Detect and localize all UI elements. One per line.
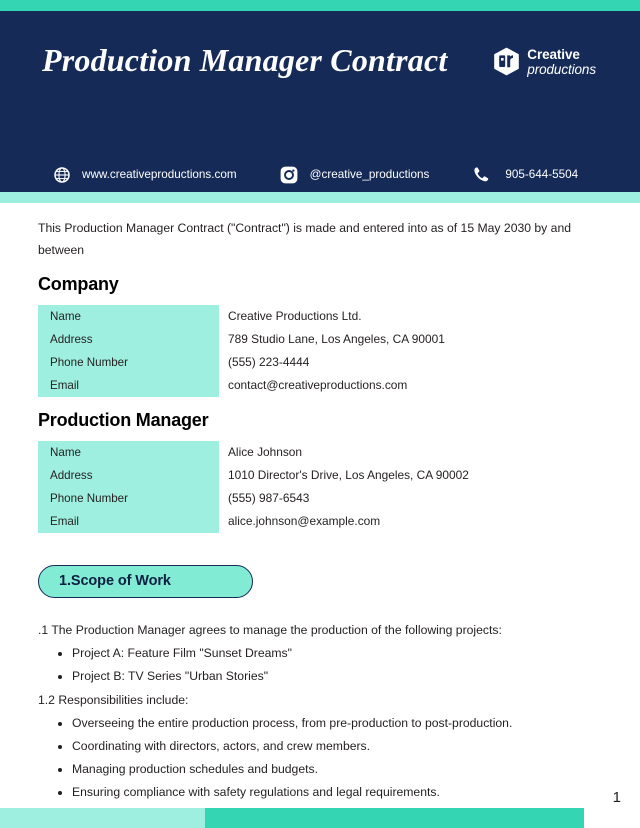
- company-info-table: Name Creative Productions Ltd. Address 7…: [38, 305, 602, 397]
- page-number: 1: [612, 789, 621, 806]
- row-value: Creative Productions Ltd.: [228, 309, 362, 323]
- list-item: Coordinating with directors, actors, and…: [38, 736, 602, 757]
- row-label: Phone Number: [38, 487, 219, 510]
- table-row: Address 789 Studio Lane, Los Angeles, CA…: [38, 328, 602, 351]
- list-item: Overseeing the entire production process…: [38, 713, 602, 734]
- table-row: Phone Number (555) 987-6543: [38, 487, 602, 510]
- section-1-heading-pill: 1.Scope of Work: [38, 565, 253, 598]
- intro-paragraph: This Production Manager Contract ("Contr…: [38, 221, 572, 257]
- company-heading: Company: [38, 274, 119, 294]
- row-value: 789 Studio Lane, Los Angeles, CA 90001: [228, 332, 445, 346]
- document-header: Production Manager Contract Creative pro…: [0, 11, 640, 192]
- logo-wordmark: Creative productions: [527, 47, 596, 76]
- page-title: Production Manager Contract: [42, 42, 448, 78]
- contact-website-text: www.creativeproductions.com: [82, 168, 237, 181]
- list-item: Project B: TV Series "Urban Stories": [38, 666, 602, 687]
- row-value: 1010 Director's Drive, Los Angeles, CA 9…: [228, 468, 469, 482]
- globe-icon: [52, 165, 71, 184]
- contact-instagram-text: @creative_productions: [309, 168, 430, 181]
- document-body: This Production Manager Contract ("Contr…: [0, 203, 640, 806]
- row-label: Phone Number: [38, 351, 219, 374]
- list-item: Ensuring compliance with safety regulati…: [38, 782, 602, 803]
- logo-line-2: productions: [527, 61, 596, 77]
- manager-heading: Production Manager: [38, 410, 209, 430]
- row-value: (555) 987-6543: [228, 491, 310, 505]
- list-item: Managing production schedules and budget…: [38, 759, 602, 780]
- top-accent-bar: [0, 0, 640, 11]
- manager-info-table: Name Alice Johnson Address 1010 Director…: [38, 441, 602, 533]
- table-row: Phone Number (555) 223-4444: [38, 351, 602, 374]
- contract-page: Production Manager Contract Creative pro…: [0, 0, 640, 828]
- row-label: Name: [38, 305, 219, 328]
- table-row: Email alice.johnson@example.com: [38, 510, 602, 533]
- responsibilities-list: Overseeing the entire production process…: [38, 713, 602, 803]
- table-row: Address 1010 Director's Drive, Los Angel…: [38, 464, 602, 487]
- logo-line-1: Creative: [527, 47, 580, 62]
- header-underline-bar: [0, 192, 640, 203]
- phone-icon: [472, 165, 491, 184]
- contact-instagram[interactable]: @creative_productions: [280, 165, 430, 184]
- footer-bar-light: [0, 808, 205, 828]
- row-label: Address: [38, 328, 219, 351]
- clause-1-1: .1 The Production Manager agrees to mana…: [38, 623, 502, 637]
- row-value: contact@creativeproductions.com: [228, 378, 408, 392]
- row-label: Email: [38, 374, 219, 397]
- projects-list: Project A: Feature Film "Sunset Dreams" …: [38, 643, 602, 687]
- table-row: Name Creative Productions Ltd.: [38, 305, 602, 328]
- row-value: (555) 223-4444: [228, 355, 310, 369]
- instagram-icon: [280, 165, 299, 184]
- table-row: Name Alice Johnson: [38, 441, 602, 464]
- contact-row: www.creativeproductions.com @creative_pr…: [52, 165, 578, 184]
- section-1-content: .1 The Production Manager agrees to mana…: [38, 620, 602, 803]
- row-value: Alice Johnson: [228, 445, 303, 459]
- row-label: Email: [38, 510, 219, 533]
- row-value: alice.johnson@example.com: [228, 514, 381, 528]
- brand-logo: Creative productions: [493, 47, 596, 76]
- row-label: Address: [38, 464, 219, 487]
- table-row: Email contact@creativeproductions.com: [38, 374, 602, 397]
- contact-website[interactable]: www.creativeproductions.com: [52, 165, 237, 184]
- footer-bar-dark: [205, 808, 584, 828]
- contact-phone[interactable]: 905-644-5504: [472, 165, 578, 184]
- hexagon-ph-logo-icon: [493, 47, 520, 76]
- row-label: Name: [38, 441, 219, 464]
- clause-1-2: 1.2 Responsibilities include:: [38, 693, 189, 707]
- contact-phone-text: 905-644-5504: [505, 168, 579, 181]
- list-item: Project A: Feature Film "Sunset Dreams": [38, 643, 602, 664]
